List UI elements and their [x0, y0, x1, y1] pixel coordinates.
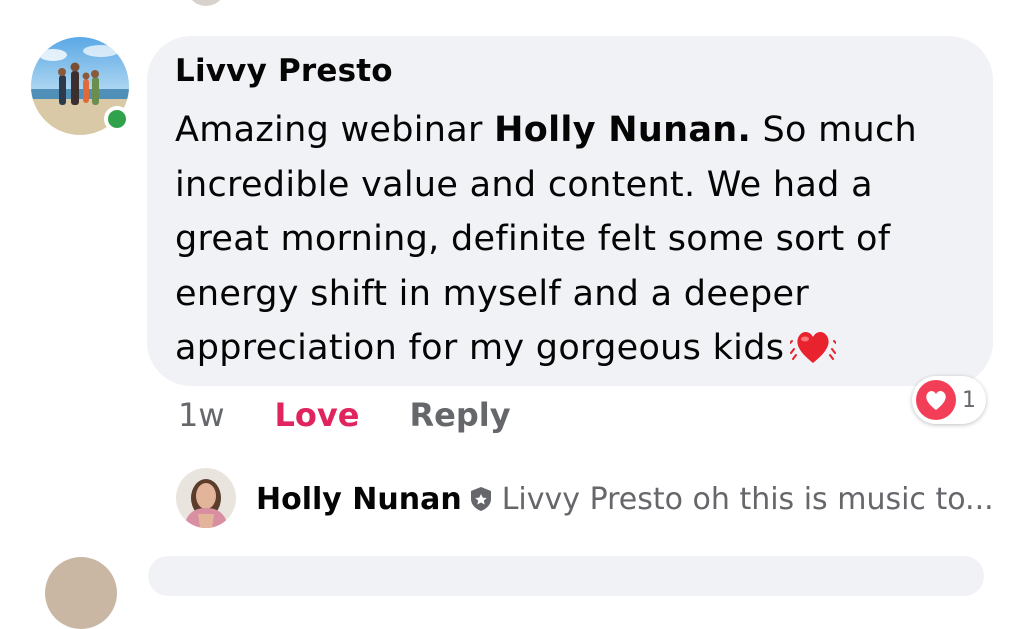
reply-author-avatar[interactable] [176, 468, 236, 528]
next-comment-bubble [148, 556, 984, 596]
reply-button[interactable]: Reply [409, 396, 510, 434]
reply-author-name[interactable]: Holly Nunan [256, 482, 462, 517]
previous-comment-avatar [188, 0, 224, 6]
online-status-indicator [104, 106, 130, 132]
reaction-summary[interactable]: 1 [912, 376, 986, 424]
mention-link[interactable]: Holly Nunan. [494, 110, 751, 150]
reply-snippet: Livvy Presto oh this is music to... [501, 481, 994, 517]
next-comment-avatar [45, 557, 117, 629]
beating-heart-emoji-icon [789, 323, 838, 369]
love-reaction-icon [916, 380, 956, 420]
comment-author-name[interactable]: Livvy Presto [175, 53, 393, 89]
author-badge-icon [468, 486, 494, 512]
reaction-count: 1 [962, 387, 976, 413]
comment-text-before: Amazing webinar [175, 110, 495, 150]
reply-preview[interactable]: Holly Nunan Livvy Presto oh this is musi… [256, 474, 996, 524]
comment-actions: 1w Love Reply [178, 392, 511, 438]
comment-text: Amazing webinar Holly Nunan. So much inc… [175, 103, 965, 376]
love-reaction-button[interactable]: Love [275, 396, 360, 434]
comment-timestamp[interactable]: 1w [178, 396, 225, 434]
